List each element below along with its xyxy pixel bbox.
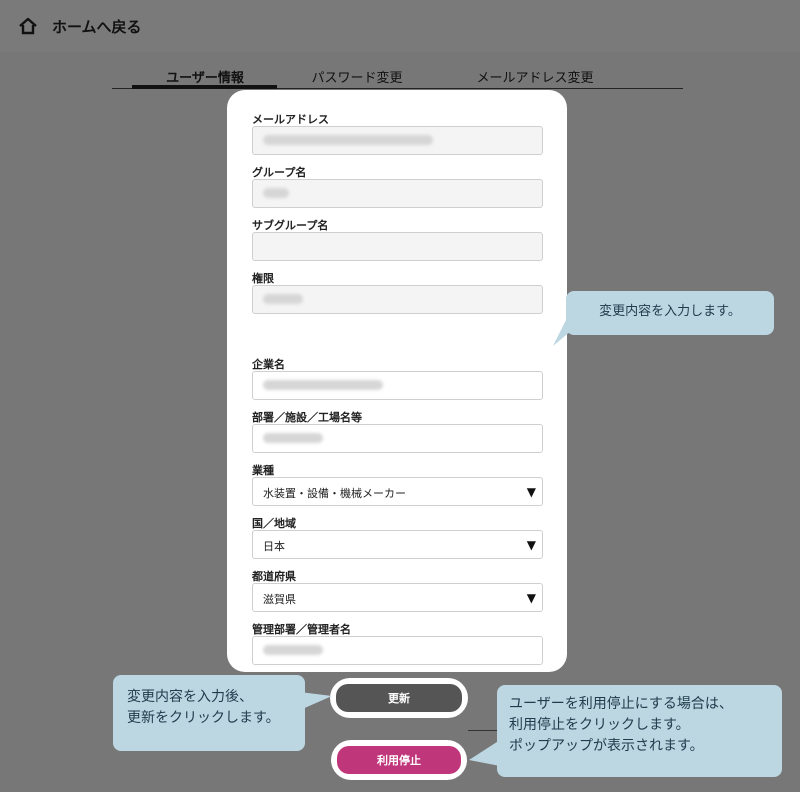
blurred-value (263, 294, 303, 304)
email-field (252, 126, 543, 155)
blurred-value (263, 645, 323, 655)
department-label: 部署／施設／工場名等 (252, 411, 362, 424)
callout-line: 更新をクリックします。 (127, 710, 280, 726)
callout-input-hint: 変更内容を入力します。 (566, 291, 774, 335)
email-label: メールアドレス (252, 113, 329, 126)
callout-tail (469, 740, 500, 766)
company-input[interactable] (252, 371, 543, 400)
tab-password-change[interactable]: パスワード変更 (282, 67, 432, 86)
active-tab-indicator (132, 85, 277, 89)
tab-email-change[interactable]: メールアドレス変更 (460, 67, 610, 86)
prefecture-value: 滋賀県 (263, 593, 296, 606)
country-label: 国／地域 (252, 517, 296, 530)
prefecture-label: 都道府県 (252, 570, 296, 583)
callout-tail (300, 692, 332, 710)
manager-input[interactable] (252, 636, 543, 665)
home-icon[interactable] (14, 12, 42, 40)
blurred-value (263, 433, 323, 443)
blurred-value (263, 188, 289, 198)
callout-update-hint: 変更内容を入力後、 更新をクリックします。 (113, 675, 305, 751)
tab-bar: ユーザー情報 パスワード変更 メールアドレス変更 (112, 64, 683, 89)
blurred-value (263, 135, 433, 145)
callout-line: ユーザーを利用停止にする場合は、 (509, 696, 733, 712)
country-value: 日本 (263, 540, 285, 553)
company-label: 企業名 (252, 358, 285, 371)
callout-tail (553, 320, 584, 346)
permission-label: 権限 (252, 272, 274, 285)
tab-user-info[interactable]: ユーザー情報 (130, 67, 280, 86)
permission-field (252, 285, 543, 314)
suspend-button[interactable]: 利用停止 (337, 746, 461, 774)
manager-label: 管理部署／管理者名 (252, 623, 351, 636)
callout-suspend-hint: ユーザーを利用停止にする場合は、 利用停止をクリックします。 ポップアップが表示… (497, 685, 782, 777)
home-link[interactable]: ホームへ戻る (52, 16, 142, 37)
subgroup-label: サブグループ名 (252, 219, 329, 232)
triangle-down-icon: ▼ (526, 591, 536, 605)
blurred-value (263, 380, 383, 390)
callout-line: 変更内容を入力後、 (127, 689, 253, 705)
group-field (252, 179, 543, 208)
country-select[interactable]: 日本 ▼ (252, 530, 543, 559)
group-label: グループ名 (252, 166, 307, 179)
user-info-form: メールアドレス グループ名 サブグループ名 権限 企業名 部署／施設／工場名等 … (227, 90, 567, 672)
callout-line: 利用停止をクリックします。 (509, 717, 690, 733)
update-button[interactable]: 更新 (336, 684, 462, 712)
department-input[interactable] (252, 424, 543, 453)
industry-label: 業種 (252, 464, 274, 477)
industry-value: 水装置・設備・機械メーカー (263, 487, 406, 500)
triangle-down-icon: ▼ (526, 538, 536, 552)
prefecture-select[interactable]: 滋賀県 ▼ (252, 583, 543, 612)
industry-select[interactable]: 水装置・設備・機械メーカー ▼ (252, 477, 543, 506)
callout-line: ポップアップが表示されます。 (509, 738, 704, 754)
subgroup-field (252, 232, 543, 261)
triangle-down-icon: ▼ (526, 485, 536, 499)
header: ホームへ戻る (0, 0, 800, 52)
